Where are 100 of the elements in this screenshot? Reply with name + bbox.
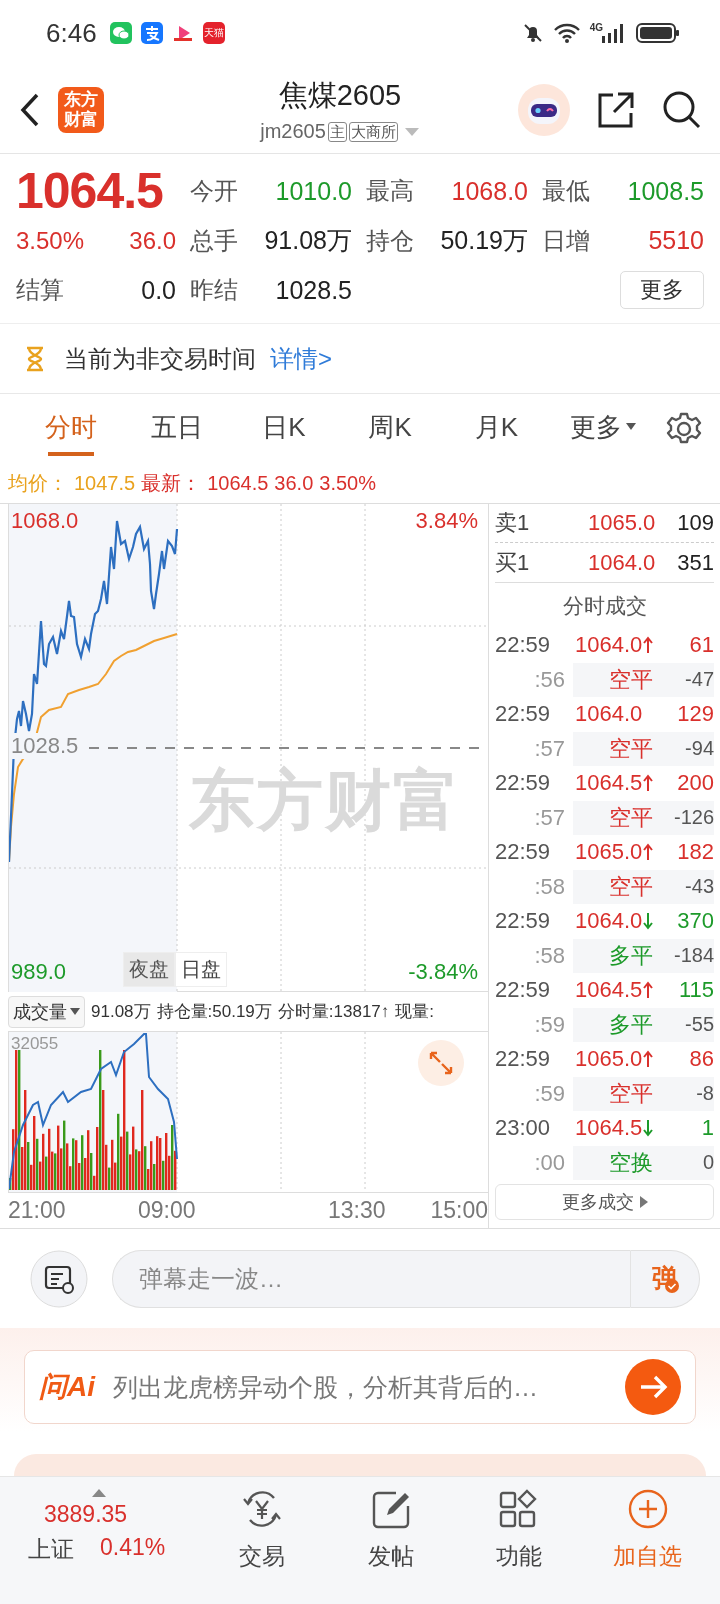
more-button[interactable]: 更多	[620, 271, 704, 310]
shopping-app-icon: 天猫	[202, 22, 225, 44]
trade-time: 23:00	[495, 1115, 552, 1142]
details-link[interactable]: 详情>	[270, 342, 332, 375]
status-time: 6:46	[46, 17, 97, 49]
quote-label: 昨结	[190, 275, 238, 306]
nav-item[interactable]: 功能	[455, 1489, 584, 1572]
nav-item[interactable]: 发帖	[326, 1489, 455, 1572]
change-percent: 3.50%	[16, 226, 85, 255]
trade-action: 空换	[609, 1148, 653, 1177]
index-name: 上证	[28, 1535, 74, 1564]
trade-time: 22:59	[495, 1046, 552, 1073]
ai-prompt[interactable]: 列出龙虎榜异动个股，分析其背后的…	[113, 1370, 607, 1404]
quote-label: 持仓	[366, 225, 414, 256]
position-change: -126	[673, 806, 714, 830]
position-change: 0	[702, 1151, 714, 1175]
axis-label: 3.84%	[415, 508, 478, 534]
quote-label: 日增	[542, 225, 590, 256]
chart-tab[interactable]: 日K	[230, 394, 337, 464]
trade-volume: 61	[689, 632, 714, 659]
trade-time: 22:59	[495, 770, 552, 797]
order-side-label: 买1	[495, 548, 531, 577]
trade-action: 空平	[609, 665, 653, 694]
more-trades-button[interactable]: 更多成交	[495, 1184, 714, 1220]
session-toggle[interactable]: 日盘	[175, 952, 227, 987]
trade-volume: 115	[678, 977, 714, 1004]
trade-action: 空平	[609, 734, 653, 763]
trade-action: 空平	[609, 872, 653, 901]
trade-volume: 86	[689, 1046, 714, 1073]
quote-value: 1010.0	[275, 176, 352, 206]
average-price: 1047.5	[74, 472, 136, 495]
order-price: 1065.0	[587, 510, 657, 536]
trade-seconds: :58	[533, 942, 565, 969]
trade-price: 1065.0	[575, 1046, 643, 1073]
trade-price: 1064.5	[575, 770, 643, 797]
trade-volume: 370	[677, 908, 714, 935]
position-change: -55	[685, 1013, 714, 1037]
last-price: 1064.5	[16, 166, 163, 216]
caret-icon[interactable]	[639, 1196, 648, 1208]
ai-prompt-card[interactable]: 问Ai 列出龙虎榜异动个股，分析其背后的…	[24, 1350, 696, 1424]
trade-volume: 1	[701, 1115, 714, 1142]
session-toggle[interactable]: 夜盘	[123, 952, 175, 987]
battery-icon	[636, 22, 680, 44]
bell-off-icon	[521, 22, 544, 44]
trade-price: 1064.0	[575, 701, 643, 728]
ai-logo: 问Ai	[39, 1370, 95, 1404]
caret-icon[interactable]	[70, 1007, 80, 1016]
position-change: -43	[685, 875, 714, 899]
time-label: 21:00	[8, 1197, 66, 1224]
position-change: -94	[685, 737, 714, 761]
trade-seconds: :59	[533, 1080, 565, 1107]
trade-action: 多平	[609, 1010, 653, 1039]
trade-seconds: :58	[533, 873, 565, 900]
quote-value: 0.0	[141, 275, 176, 305]
order-price: 1064.0	[587, 549, 657, 576]
trade-price: 1064.0	[575, 908, 643, 935]
wifi-icon	[552, 22, 581, 44]
arrow-right-icon[interactable]	[625, 1359, 681, 1415]
time-label: 15:00	[430, 1197, 488, 1224]
trade-volume: 200	[677, 770, 714, 797]
change-percent: 3.50%	[319, 472, 376, 495]
time-label: 09:00	[138, 1197, 196, 1224]
chart-tab[interactable]: 五日	[124, 394, 231, 464]
index-value: 3889.35	[44, 1501, 128, 1528]
trade-price: 1065.0	[575, 839, 643, 866]
quote-label: 今开	[190, 176, 238, 206]
open-interest: 持仓量:50.19万	[156, 1001, 272, 1023]
search-icon[interactable]	[662, 89, 702, 130]
nav-item[interactable]: 交易	[198, 1489, 327, 1572]
trade-time: 22:59	[495, 839, 552, 866]
trade-volume: 182	[677, 839, 714, 866]
chart-tab[interactable]: 周K	[337, 394, 444, 464]
order-volume: 351	[677, 549, 714, 576]
trade-price: 1064.0	[575, 632, 643, 659]
quote-label: 总手	[190, 225, 238, 256]
chat-settings-icon[interactable]	[30, 1249, 88, 1308]
average-label: 均价：	[8, 471, 68, 496]
position-change: -47	[685, 668, 714, 692]
quote-value: 91.08万	[264, 225, 352, 257]
expand-icon[interactable]	[418, 1040, 464, 1086]
robot-avatar-icon[interactable]	[518, 83, 570, 136]
chart-tab[interactable]: 更多	[549, 394, 656, 464]
quote-value: 5510	[648, 226, 704, 256]
index-change: 0.41%	[100, 1534, 166, 1562]
trade-time: 22:59	[495, 977, 552, 1004]
trade-price: 1064.5	[575, 977, 643, 1004]
market-tag: 大商所	[348, 121, 398, 142]
position-change: -8	[696, 1082, 714, 1106]
caret-icon[interactable]	[625, 423, 636, 431]
change-value: 36.0	[274, 472, 314, 495]
tick-volume: 分时量:13817↑	[277, 1001, 390, 1023]
volume-total: 91.08万	[91, 1001, 151, 1023]
indicator-dropdown[interactable]: 成交量	[8, 995, 85, 1028]
caret-up-icon[interactable]	[92, 1489, 106, 1497]
trade-time: 22:59	[495, 701, 552, 728]
chart-tab[interactable]: 月K	[443, 394, 550, 464]
order-volume: 109	[677, 510, 714, 536]
comment-field[interactable]: 弹幕走一波…	[112, 1249, 630, 1308]
instrument-title: 焦煤2605	[278, 78, 402, 113]
quote-value: 1008.5	[627, 176, 704, 206]
